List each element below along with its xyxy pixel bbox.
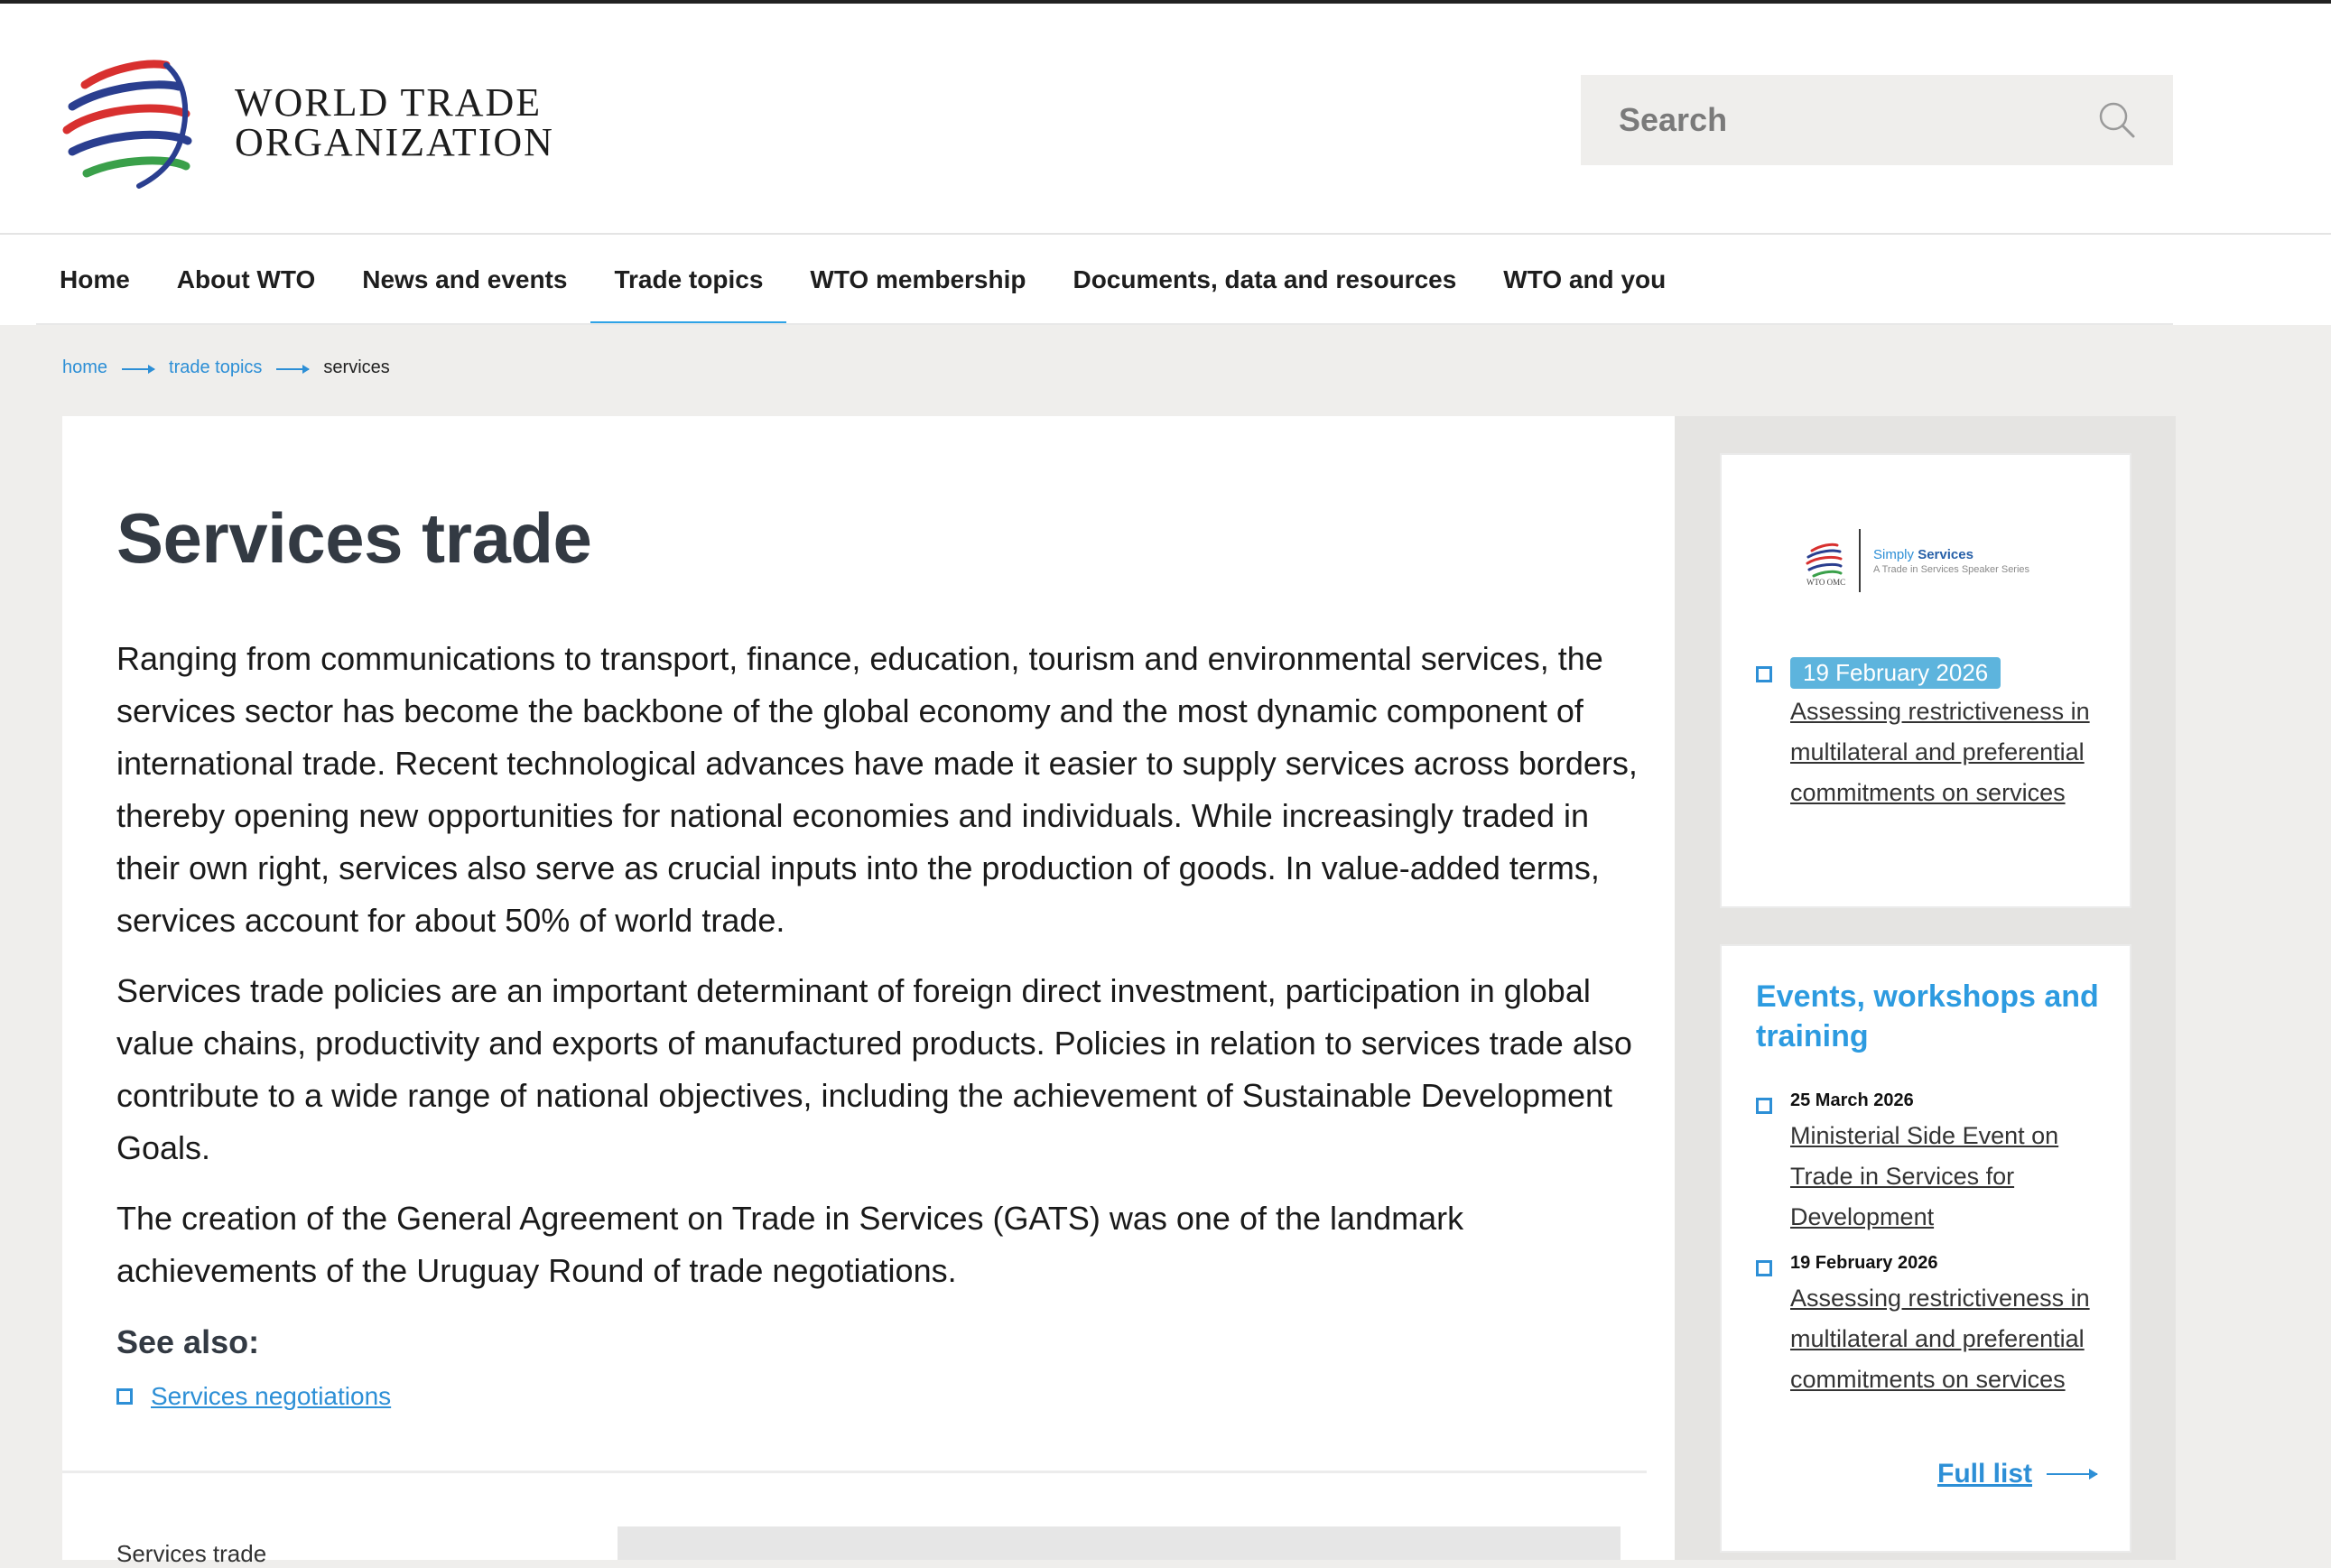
event-date: 19 February 2026	[1790, 1253, 1938, 1273]
event-date: 25 March 2026	[1790, 1090, 1914, 1110]
intro-text: Ranging from communications to transport…	[116, 633, 1651, 1315]
arrow-right-icon	[276, 364, 311, 374]
wto-emblem-icon	[1806, 543, 1843, 578]
breadcrumb-current: services	[323, 357, 390, 377]
nav-item-trade-topics[interactable]: Trade topics	[590, 235, 787, 325]
nav-item-label: About WTO	[176, 265, 316, 293]
see-also-heading: See also:	[116, 1323, 260, 1360]
paragraph: The creation of the General Agreement on…	[116, 1200, 1464, 1289]
services-negotiations-link[interactable]: Services negotiations	[151, 1382, 391, 1411]
section-divider	[62, 1471, 1647, 1473]
paragraph: Ranging from communications to transport…	[116, 640, 1638, 939]
simply-services-logo[interactable]: WTO OMC Simply Services A Trade in Servi…	[1805, 529, 2029, 592]
square-bullet-icon	[1756, 1260, 1772, 1276]
events-heading[interactable]: Events, workshops and training	[1756, 977, 2117, 1056]
nav-item-news-and-events[interactable]: News and events	[339, 235, 590, 325]
logo-text: WORLD TRADE ORGANIZATION	[235, 83, 554, 162]
nav-item-documents[interactable]: Documents, data and resources	[1049, 235, 1480, 325]
arrow-right-icon	[2047, 1469, 2098, 1480]
main-content: Services trade Ranging from communicatio…	[62, 416, 1675, 1567]
search-input[interactable]	[1617, 100, 2090, 140]
full-list-link-container: Full list	[1937, 1459, 2098, 1489]
square-bullet-icon	[116, 1388, 133, 1405]
event-link[interactable]: Ministerial Side Event on Trade in Servi…	[1790, 1116, 2115, 1238]
section-label: Services trade	[116, 1540, 267, 1567]
events-card: Events, workshops and training 25 March …	[1720, 944, 2131, 1553]
logo-line-2: ORGANIZATION	[235, 120, 554, 164]
nav-item-label: Documents, data and resources	[1073, 265, 1457, 293]
full-list-link[interactable]: Full list	[1937, 1459, 2032, 1489]
simply-services-title-part1: Simply	[1873, 546, 1918, 562]
square-bullet-icon	[1756, 1098, 1772, 1114]
logo-divider	[1859, 529, 1861, 592]
event-link[interactable]: Assessing restrictiveness in multilatera…	[1790, 1278, 2115, 1400]
event-link[interactable]: Assessing restrictiveness in multilatera…	[1790, 691, 2115, 813]
wto-omc-label: WTO OMC	[1806, 578, 1846, 587]
site-header: WORLD TRADE ORGANIZATION	[0, 4, 2331, 233]
page-title: Services trade	[116, 498, 592, 578]
simply-services-texts: Simply Services A Trade in Services Spea…	[1873, 547, 2029, 575]
nav-item-home[interactable]: Home	[36, 235, 153, 325]
see-also-item: Services negotiations	[116, 1382, 391, 1411]
wto-logo-icon	[62, 60, 192, 189]
nav-item-label: WTO and you	[1503, 265, 1667, 293]
search-icon[interactable]	[2097, 100, 2137, 140]
simply-services-card: WTO OMC Simply Services A Trade in Servi…	[1720, 453, 2131, 908]
breadcrumb-home[interactable]: home	[62, 357, 107, 378]
date-badge: 19 February 2026	[1790, 657, 2001, 689]
simply-services-subtitle: A Trade in Services Speaker Series	[1873, 563, 2030, 575]
search-box	[1581, 75, 2173, 165]
nav-item-about-wto[interactable]: About WTO	[153, 235, 339, 325]
nav-item-label: Trade topics	[614, 265, 764, 293]
breadcrumb-trade-topics[interactable]: trade topics	[169, 357, 262, 378]
nav-item-label: Home	[60, 265, 130, 293]
nav-divider	[36, 323, 2173, 325]
simply-services-title-part2: Services	[1918, 546, 1973, 562]
nav-item-wto-and-you[interactable]: WTO and you	[1480, 235, 1689, 325]
breadcrumb: home trade topics services	[62, 357, 390, 378]
square-bullet-icon	[1756, 666, 1772, 682]
arrow-right-icon	[122, 364, 156, 374]
logo-line-1: WORLD TRADE	[235, 80, 543, 125]
simply-services-title: Simply Services	[1873, 547, 2029, 562]
paragraph: Services trade policies are an important…	[116, 972, 1632, 1166]
nav-item-wto-membership[interactable]: WTO membership	[786, 235, 1049, 325]
main-nav: Home About WTO News and events Trade top…	[0, 233, 2331, 325]
wto-logo[interactable]: WORLD TRADE ORGANIZATION	[60, 51, 554, 195]
nav-item-label: WTO membership	[810, 265, 1026, 293]
content-panel	[618, 1526, 1621, 1560]
nav-item-label: News and events	[362, 265, 568, 293]
